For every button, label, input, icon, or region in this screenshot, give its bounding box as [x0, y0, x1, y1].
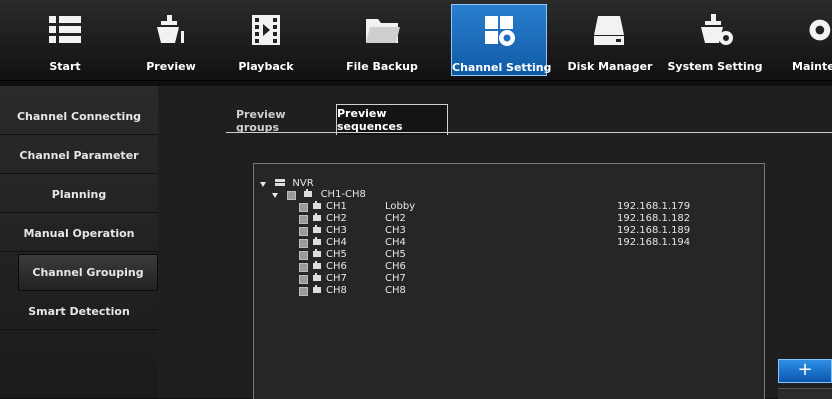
- channel-name: Lobby: [385, 201, 416, 212]
- channel-ip: 192.168.1.182: [617, 213, 691, 224]
- tab-divider: [226, 132, 832, 133]
- system-setting-icon: [667, 10, 763, 50]
- sidebar-item-smart-detection[interactable]: Smart Detection: [0, 293, 158, 330]
- tab-disk-manager-label: Disk Manager: [567, 60, 653, 73]
- disk-icon: [562, 10, 658, 50]
- channel-ip: 192.168.1.179: [617, 201, 691, 212]
- channel-name: CH8: [385, 285, 406, 296]
- camera-icon: [312, 237, 322, 249]
- channel-row[interactable]: CH5 CH5: [254, 249, 764, 261]
- channel-checkbox[interactable]: [299, 250, 308, 260]
- camera-icon: [312, 201, 322, 213]
- tab-playback[interactable]: Playback: [218, 4, 314, 76]
- channel-row[interactable]: CH2 CH2 192.168.1.182: [254, 213, 764, 225]
- chevron-down-icon[interactable]: [260, 181, 266, 187]
- add-button[interactable]: +: [778, 359, 832, 383]
- tab-start[interactable]: Start: [17, 4, 113, 76]
- tree-node-group[interactable]: CH1-CH8: [272, 189, 366, 201]
- tab-disk-manager[interactable]: Disk Manager: [562, 4, 658, 76]
- group-checkbox[interactable]: [287, 190, 297, 200]
- channel-id: CH6: [326, 261, 347, 272]
- channel-checkbox[interactable]: [299, 202, 308, 212]
- sidebar-item-channel-connecting[interactable]: Channel Connecting: [0, 98, 158, 135]
- tab-preview[interactable]: Preview: [123, 4, 219, 76]
- tab-channel-setting-label: Channel Setting: [452, 61, 552, 74]
- channel-checkbox[interactable]: [299, 226, 308, 236]
- channel-checkbox[interactable]: [299, 262, 308, 272]
- sidebar-item-channel-parameter[interactable]: Channel Parameter: [0, 137, 158, 174]
- chevron-down-icon[interactable]: [272, 192, 278, 198]
- tab-system-setting[interactable]: System Setting: [667, 4, 763, 76]
- tab-system-setting-label: System Setting: [667, 60, 763, 73]
- sidebar-item-channel-grouping[interactable]: Channel Grouping: [18, 254, 158, 291]
- channel-name: CH6: [385, 261, 406, 272]
- channel-id: CH2: [326, 213, 347, 224]
- tab-preview-sequences[interactable]: Preview sequences: [336, 104, 448, 135]
- top-navigation-bar: Start Preview Playback File Backup Chann…: [0, 0, 832, 81]
- channel-row[interactable]: CH6 CH6: [254, 261, 764, 273]
- channel-id: CH1: [326, 201, 347, 212]
- camera-icon: [312, 285, 322, 297]
- tab-playback-label: Playback: [238, 60, 294, 73]
- sidebar-item-label: Planning: [51, 187, 107, 201]
- channel-setting-icon: [452, 11, 546, 51]
- folder-icon: [334, 10, 430, 50]
- camera-icon: [312, 273, 322, 285]
- sidebar: Channel Connecting Channel Parameter Pla…: [0, 86, 158, 398]
- channel-ip: 192.168.1.189: [617, 225, 691, 236]
- gear-icon: [784, 10, 832, 50]
- tab-maintenance-label: Maintenance: [792, 60, 832, 73]
- tab-preview-label: Preview: [146, 60, 196, 73]
- tree-group-label: CH1-CH8: [320, 189, 366, 200]
- channel-tree: NVR CH1-CH8 CH1 Lobby 192.168.1.179 CH2 …: [253, 163, 765, 399]
- camera-icon: [123, 10, 219, 50]
- channel-id: CH5: [326, 249, 347, 260]
- tab-preview-sequences-label: Preview sequences: [337, 107, 403, 133]
- secondary-button[interactable]: [778, 388, 832, 399]
- sidebar-item-manual-operation[interactable]: Manual Operation: [0, 215, 158, 252]
- channel-id: CH7: [326, 273, 347, 284]
- camera-icon: [303, 189, 313, 201]
- sidebar-item-planning[interactable]: Planning: [0, 176, 158, 213]
- tab-maintenance[interactable]: Maintenance: [784, 4, 832, 76]
- channel-row[interactable]: CH8 CH8: [254, 285, 764, 297]
- film-play-icon: [218, 10, 314, 50]
- channel-name: CH4: [385, 237, 406, 248]
- main-panel: Preview groups Preview sequences NVR CH1…: [158, 86, 832, 399]
- channel-row[interactable]: CH7 CH7: [254, 273, 764, 285]
- sidebar-item-label: Manual Operation: [23, 226, 135, 240]
- channel-name: CH3: [385, 225, 406, 236]
- tab-preview-groups-label: Preview groups: [236, 108, 286, 134]
- menu-list-icon: [17, 10, 113, 50]
- tab-start-label: Start: [49, 60, 81, 73]
- tab-file-backup-label: File Backup: [346, 60, 418, 73]
- camera-icon: [312, 225, 322, 237]
- tab-channel-setting[interactable]: Channel Setting: [451, 4, 552, 76]
- sidebar-item-label: Channel Grouping: [32, 266, 144, 279]
- camera-icon: [312, 261, 322, 273]
- sidebar-item-label: Channel Connecting: [16, 109, 142, 123]
- sidebar-item-label: Channel Parameter: [19, 148, 139, 162]
- tab-file-backup[interactable]: File Backup: [334, 4, 430, 76]
- channel-row[interactable]: CH1 Lobby 192.168.1.179: [254, 201, 764, 213]
- channel-name: CH7: [385, 273, 406, 284]
- channel-checkbox[interactable]: [299, 214, 308, 224]
- channel-checkbox[interactable]: [299, 238, 308, 248]
- camera-icon: [312, 249, 322, 261]
- channel-checkbox[interactable]: [299, 286, 308, 296]
- channel-id: CH4: [326, 237, 347, 248]
- channel-row[interactable]: CH3 CH3 192.168.1.189: [254, 225, 764, 237]
- channel-name: CH2: [385, 213, 406, 224]
- channel-id: CH8: [326, 285, 347, 296]
- channel-checkbox[interactable]: [299, 274, 308, 284]
- camera-icon: [312, 213, 322, 225]
- channel-id: CH3: [326, 225, 347, 236]
- channel-ip: 192.168.1.194: [617, 237, 691, 248]
- channel-row[interactable]: CH4 CH4 192.168.1.194: [254, 237, 764, 249]
- sidebar-item-label: Smart Detection: [28, 304, 130, 318]
- channel-name: CH5: [385, 249, 406, 260]
